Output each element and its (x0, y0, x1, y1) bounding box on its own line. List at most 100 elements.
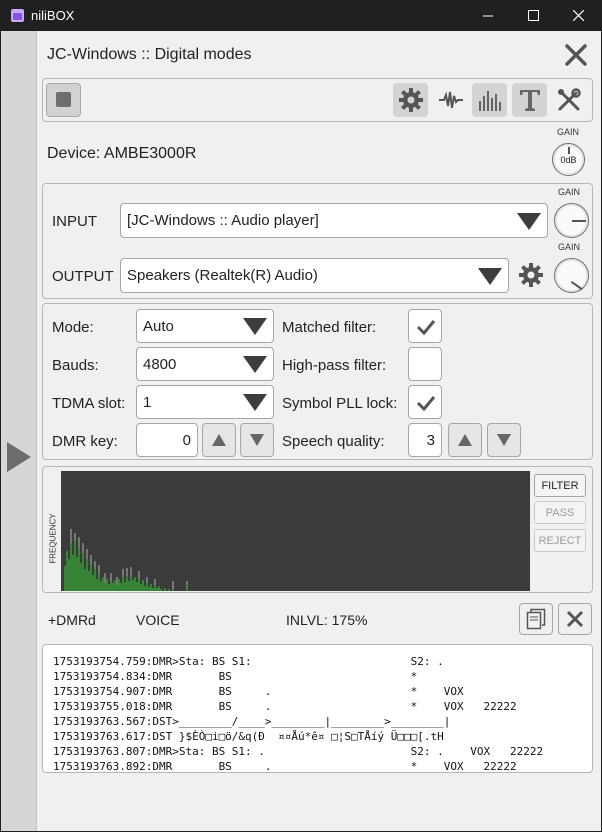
output-select[interactable]: Speakers (Realtek(R) Audio) (120, 258, 509, 293)
checkmark-icon (416, 396, 436, 412)
tdma-slot-label: TDMA slot: (52, 395, 126, 412)
gear-icon (519, 263, 543, 287)
output-label: OUTPUT (52, 268, 114, 285)
waveform-button[interactable] (433, 83, 468, 117)
log-line: 1753193754.759:DMR>Sta: BS S1: S2: . (53, 655, 444, 668)
dmr-key-field[interactable]: 0 (136, 423, 198, 457)
bauds-select-value: 4800 (143, 355, 177, 373)
minimize-button[interactable] (465, 0, 511, 31)
dmr-key-value: 0 (182, 431, 191, 449)
spectrum-display[interactable] (61, 471, 530, 591)
tools-icon (557, 88, 581, 111)
copy-icon (526, 608, 546, 630)
chevron-down-icon (478, 267, 502, 285)
decoder-mode-status: +DMRd (48, 612, 96, 628)
bauds-select[interactable]: 4800 (136, 347, 274, 381)
high-pass-filter-checkbox[interactable] (408, 347, 442, 381)
arrow-up-icon (212, 434, 226, 446)
spectrum-panel: FREQUENCY FILTER PASS REJECT (42, 466, 593, 593)
device-gain-label: GAIN (557, 127, 580, 137)
tdma-slot-select-value: 1 (143, 393, 152, 411)
minimize-icon (483, 15, 493, 16)
output-settings-button[interactable] (518, 262, 546, 290)
speech-quality-value: 3 (426, 431, 435, 449)
settings-button[interactable] (393, 83, 428, 117)
input-gain-label: GAIN (558, 187, 581, 197)
pass-button[interactable]: PASS (534, 501, 586, 524)
decoder-settings-panel: Mode: Auto Bauds: 4800 TDMA slot: 1 DMR … (42, 303, 593, 460)
matched-filter-checkbox[interactable] (408, 309, 442, 343)
reject-button[interactable]: REJECT (534, 529, 586, 552)
digital-modes-panel: JC-Windows :: Digital modes Device: AMBE… (37, 31, 601, 831)
output-gain-knob[interactable] (554, 258, 589, 293)
copy-log-button[interactable] (519, 603, 553, 635)
bauds-label: Bauds: (52, 357, 99, 374)
window-title: niliBOX (31, 8, 75, 23)
side-panel-strip (1, 31, 37, 831)
chevron-down-icon (243, 394, 267, 411)
arrow-down-icon (250, 434, 264, 446)
log-line: 1753193763.807:DMR>Sta: BS S1: . S2: . V… (53, 745, 544, 758)
spectrum-plot (64, 529, 188, 591)
spectrum-peaks (70, 529, 188, 589)
frequency-axis-label: FREQUENCY (48, 513, 58, 564)
log-line: 1753193763.892:DMR BS . * VOX 22222 (53, 760, 517, 773)
dmr-key-increment-button[interactable] (202, 423, 236, 457)
speech-quality-decrement-button[interactable] (487, 423, 521, 457)
chevron-down-icon (243, 318, 267, 335)
stop-button[interactable] (46, 83, 81, 117)
window-close-button[interactable] (555, 0, 601, 31)
speech-quality-label: Speech quality: (282, 433, 385, 450)
dmr-key-decrement-button[interactable] (240, 423, 274, 457)
gear-icon (398, 88, 423, 112)
mode-select-value: Auto (143, 317, 174, 335)
filter-button[interactable]: FILTER (534, 474, 586, 497)
close-icon (566, 610, 584, 628)
close-icon (565, 44, 587, 66)
voice-status: VOICE (136, 612, 180, 628)
clear-log-button[interactable] (558, 603, 592, 635)
text-icon (519, 90, 540, 111)
input-select[interactable]: [JC-Windows :: Audio player] (120, 203, 548, 238)
device-gain-value: 0dB (560, 154, 577, 165)
dmr-key-label: DMR key: (52, 433, 118, 450)
panel-close-button[interactable] (562, 41, 590, 69)
text-button[interactable] (512, 83, 547, 117)
spectrum-button[interactable] (472, 83, 507, 117)
title-bar: niliBOX (0, 0, 602, 31)
log-line: 1753193754.907:DMR BS . * VOX (53, 685, 464, 698)
panel-title: JC-Windows :: Digital modes (47, 46, 252, 63)
input-select-value: [JC-Windows :: Audio player] (127, 212, 319, 229)
device-label: Device: AMBE3000R (47, 145, 197, 162)
tools-button[interactable] (551, 83, 586, 117)
symbol-pll-lock-checkbox[interactable] (408, 385, 442, 419)
chevron-down-icon (517, 212, 541, 230)
device-gain-knob[interactable]: 0dB (552, 143, 585, 176)
arrow-down-icon (497, 434, 511, 446)
speech-quality-increment-button[interactable] (448, 423, 482, 457)
mode-select[interactable]: Auto (136, 309, 274, 343)
waveform-icon (438, 91, 463, 109)
input-level-status: INLVL: 175% (286, 612, 368, 628)
speech-quality-field[interactable]: 3 (408, 423, 442, 457)
knob-indicator (572, 220, 586, 222)
app-icon (11, 9, 24, 22)
tdma-slot-select[interactable]: 1 (136, 385, 274, 419)
output-select-value: Speakers (Realtek(R) Audio) (127, 267, 318, 284)
checkmark-icon (416, 320, 436, 336)
close-icon (572, 10, 584, 21)
symbol-pll-lock-label: Symbol PLL lock: (282, 395, 398, 412)
output-gain-label: GAIN (558, 242, 581, 252)
chevron-down-icon (243, 356, 267, 373)
log-output[interactable]: 1753193754.759:DMR>Sta: BS S1: S2: . 175… (42, 644, 593, 773)
maximize-button[interactable] (510, 0, 556, 31)
expand-panel-icon[interactable] (7, 442, 31, 472)
knob-indicator (571, 281, 583, 290)
log-line: 1753193754.834:DMR BS * (53, 670, 418, 683)
mode-label: Mode: (52, 319, 94, 336)
input-gain-knob[interactable] (554, 203, 589, 238)
high-pass-filter-label: High-pass filter: (282, 357, 387, 374)
toolbar (42, 78, 593, 122)
log-line: 1753193763.567:DST>________/____>_______… (53, 715, 451, 728)
log-line: 1753193755.018:DMR BS . * VOX 22222 (53, 700, 517, 713)
